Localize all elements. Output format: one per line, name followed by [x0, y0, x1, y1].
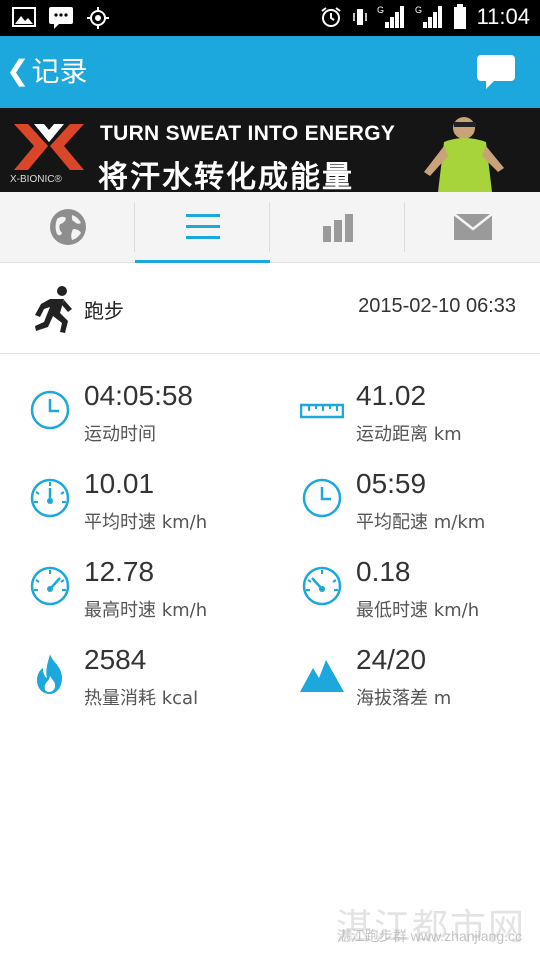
chevron-left-icon: ❮	[6, 53, 30, 87]
watermark-url-text: www.zhanjiang.cc	[410, 928, 522, 944]
stat-max-speed: 12.78 最高时速 km/h	[28, 556, 278, 636]
signal-g-icon: G	[415, 5, 442, 28]
stat-label: 运动距离 km	[356, 424, 462, 445]
clock-time: 11:04	[476, 4, 530, 29]
gps-icon	[87, 7, 109, 29]
brand-name: X-BIONIC®	[10, 174, 62, 185]
stat-label: 平均配速 m/km	[356, 512, 486, 533]
signal-g-icon: G	[377, 5, 404, 28]
xbionic-logo	[14, 124, 84, 170]
tab-bar	[0, 192, 540, 263]
stat-value: 04:05:58	[84, 380, 193, 411]
tab-record-list[interactable]	[135, 192, 270, 263]
flame-icon	[37, 654, 62, 694]
status-bar: G G 11:04	[0, 0, 540, 36]
stat-label: 平均时速 km/h	[84, 512, 208, 533]
stat-label: 最高时速 km/h	[84, 600, 208, 621]
watermark-overlay: 湛江跑步群	[336, 928, 407, 944]
tab-chart[interactable]	[270, 192, 405, 262]
stat-min-speed: 0.18 最低时速 km/h	[300, 556, 540, 636]
banner-headline-en: TURN SWEAT INTO ENERGY	[100, 122, 396, 145]
stat-value: 10.01	[84, 468, 155, 499]
stat-label: 海拔落差 m	[356, 688, 452, 709]
clock-icon	[302, 478, 342, 518]
activity-type: 跑步	[84, 299, 124, 323]
stat-label: 运动时间	[84, 424, 156, 445]
svg-text:G: G	[415, 5, 422, 15]
mountain-icon	[300, 660, 344, 692]
stat-calories: 2584 热量消耗 kcal	[28, 644, 278, 724]
watermark-url: 湛江跑步群 www.zhanjiang.cc	[337, 926, 522, 946]
chat-button[interactable]	[476, 54, 516, 90]
running-icon	[35, 286, 72, 333]
back-button[interactable]: ❮ 记录	[6, 50, 87, 90]
tab-message[interactable]	[405, 192, 540, 262]
stat-distance: 41.02 运动距离 km	[300, 380, 540, 460]
ruler-icon	[300, 403, 344, 419]
stat-value: 05:59	[356, 468, 427, 499]
stat-value: 0.18	[356, 556, 411, 587]
stat-avg-pace: 05:59 平均配速 m/km	[300, 468, 540, 548]
vibrate-icon	[352, 9, 367, 25]
stat-value: 24/20	[356, 644, 427, 675]
stat-duration: 04:05:58 运动时间	[28, 380, 278, 460]
chat-bubble-icon	[477, 55, 515, 89]
bar-chart-icon	[322, 214, 353, 242]
mail-icon	[452, 213, 493, 240]
banner-headline-cn: 将汗水转化成能量	[98, 160, 354, 192]
globe-icon	[49, 209, 86, 245]
stat-label: 最低时速 km/h	[356, 600, 480, 621]
speedometer-icon	[30, 478, 70, 518]
svg-text:G: G	[377, 5, 384, 15]
athlete-image	[424, 117, 504, 192]
stat-elevation: 24/20 海拔落差 m	[300, 644, 540, 724]
stat-value: 41.02	[356, 380, 427, 411]
clock-icon	[30, 390, 70, 430]
ad-banner[interactable]: X-BIONIC® TURN SWEAT INTO ENERGY 将汗水转化成能…	[0, 108, 540, 192]
tab-map[interactable]	[0, 192, 135, 262]
activity-datetime: 2015-02-10 06:33	[358, 295, 516, 317]
speedometer-icon	[30, 566, 70, 606]
speedometer-icon	[302, 566, 342, 606]
list-icon	[185, 214, 220, 239]
stat-value: 12.78	[84, 556, 155, 587]
message-icon	[49, 7, 73, 29]
stat-label: 热量消耗 kcal	[84, 688, 199, 709]
image-icon	[12, 7, 36, 27]
battery-icon	[453, 4, 466, 29]
alarm-icon	[320, 7, 341, 27]
page-title: 记录	[31, 55, 88, 88]
app-header: ❮ 记录	[0, 36, 540, 108]
activity-summary: 跑步 2015-02-10 06:33	[0, 263, 540, 354]
stat-avg-speed: 10.01 平均时速 km/h	[28, 468, 278, 548]
stat-value: 2584	[84, 644, 147, 675]
